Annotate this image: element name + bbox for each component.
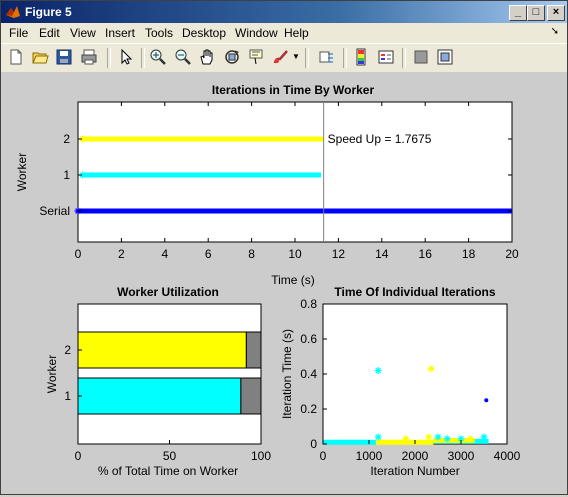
- link-plot-icon[interactable]: [318, 48, 336, 66]
- bar-worker-1-busy: [77, 377, 242, 415]
- x-tick-label: 1000: [356, 449, 383, 463]
- new-figure-icon[interactable]: [7, 48, 25, 66]
- y-tick-label: 0.8: [300, 297, 317, 311]
- dock-figure-icon[interactable]: ➘: [551, 26, 559, 37]
- hide-plot-tools-icon[interactable]: [412, 48, 430, 66]
- print-icon[interactable]: [80, 48, 98, 66]
- y-tick-label: 0: [310, 437, 317, 451]
- x-tick-label: 3000: [448, 449, 475, 463]
- x-tick-label: 12: [332, 247, 346, 261]
- x-tick-label: 8: [248, 247, 255, 261]
- open-file-icon[interactable]: [31, 48, 49, 66]
- menu-edit[interactable]: Edit: [39, 26, 60, 40]
- chart-title: Time Of Individual Iterations: [334, 285, 495, 299]
- x-tick-label: 0: [320, 449, 327, 463]
- zoom-in-icon[interactable]: [149, 48, 167, 66]
- legend-icon[interactable]: [377, 48, 395, 66]
- menu-insert[interactable]: Insert: [105, 26, 135, 40]
- window-title: Figure 5: [25, 5, 72, 19]
- plot-area: [77, 101, 513, 243]
- plot-area: [77, 303, 262, 445]
- y-axis-label: Worker: [15, 153, 29, 191]
- x-tick-label: 10: [288, 247, 302, 261]
- toolbar-separator: [402, 48, 406, 68]
- point-worker-1-glyph: [434, 433, 442, 441]
- x-axis-label: Iteration Number: [370, 464, 459, 478]
- axes-iterations-in-time[interactable]: Iterations in Time By Worker Speed Up = …: [15, 83, 519, 287]
- point-worker-1-glyph: [480, 433, 488, 441]
- pan-hand-icon[interactable]: [198, 48, 216, 66]
- y-tick-label: 1: [63, 168, 70, 182]
- point-serial: [484, 398, 489, 403]
- menu-window[interactable]: Window: [235, 26, 278, 40]
- axes-iteration-times[interactable]: Time Of Individual Iterations 0 1000 2000 3…: [280, 285, 521, 478]
- x-tick-label: 16: [419, 247, 433, 261]
- x-tick-label: 0: [75, 449, 82, 463]
- edit-plot-arrow-icon[interactable]: [117, 48, 135, 66]
- menu-view[interactable]: View: [70, 26, 96, 40]
- brush-icon[interactable]: [272, 48, 290, 66]
- y-tick-label: 2: [63, 132, 70, 146]
- matlab-logo-icon: [6, 6, 20, 18]
- x-axis-label: Time (s): [271, 273, 315, 287]
- x-tick-label: 4: [161, 247, 168, 261]
- bar-worker-2-busy: [77, 331, 247, 369]
- y-tick-label: Serial: [39, 204, 70, 218]
- data-cursor-icon[interactable]: [247, 48, 265, 66]
- x-axis-label: % of Total Time on Worker: [98, 464, 238, 478]
- plot-area: [322, 303, 508, 445]
- chart-title: Worker Utilization: [117, 285, 219, 299]
- x-tick-label: 14: [375, 247, 389, 261]
- figure-window: Figure 5 _ □ × File Edit View Insert Too…: [0, 0, 568, 495]
- chart-title: Iterations in Time By Worker: [212, 83, 375, 97]
- show-plot-tools-icon[interactable]: [436, 48, 454, 66]
- x-tick-label: 2: [118, 247, 125, 261]
- menu-desktop[interactable]: Desktop: [182, 26, 226, 40]
- toolbar-separator: [305, 48, 309, 68]
- point-worker-1: [480, 433, 488, 441]
- y-axis-label: Worker: [45, 355, 59, 393]
- bar-worker-1-idle: [240, 377, 262, 415]
- y-axis-label: Iteration Time (s): [280, 329, 294, 419]
- save-icon[interactable]: [55, 48, 73, 66]
- toolbar-separator: [343, 48, 347, 68]
- y-tick-label: 1: [64, 389, 71, 403]
- menu-tools[interactable]: Tools: [145, 26, 173, 40]
- figure-toolbar: ▼: [1, 43, 567, 73]
- x-tick-label: 0: [75, 247, 82, 261]
- menu-help[interactable]: Help: [284, 26, 309, 40]
- maximize-button[interactable]: □: [527, 5, 545, 21]
- colorbar-icon[interactable]: [352, 48, 370, 66]
- brush-dropdown-icon[interactable]: ▼: [292, 52, 300, 61]
- rotate-3d-icon[interactable]: [223, 48, 241, 66]
- y-tick-label: 0.6: [300, 332, 317, 346]
- x-tick-label: 20: [505, 247, 519, 261]
- x-tick-label: 4000: [494, 449, 521, 463]
- title-bar[interactable]: Figure 5 _ □ ×: [1, 1, 567, 23]
- point-worker-1: [434, 433, 442, 441]
- x-tick-label: 6: [205, 247, 212, 261]
- x-tick-label: 18: [462, 247, 476, 261]
- menu-bar: File Edit View Insert Tools Desktop Wind…: [1, 23, 567, 43]
- x-tick-label: 50: [163, 449, 177, 463]
- bar-worker-2-idle: [245, 331, 262, 369]
- zoom-out-icon[interactable]: [174, 48, 192, 66]
- toolbar-separator: [107, 48, 111, 68]
- y-tick-label: 0.4: [300, 367, 317, 381]
- axes-worker-utilization[interactable]: Worker Utilization 0 50 100 1 2 % of Total …: [45, 285, 271, 478]
- y-tick-label: 0.2: [300, 402, 317, 416]
- y-tick-label: 2: [64, 343, 71, 357]
- toolbar-separator: [141, 48, 145, 68]
- minimize-button[interactable]: _: [509, 5, 527, 21]
- speed-up-annotation: Speed Up = 1.7675: [328, 132, 432, 146]
- x-tick-label: 100: [251, 449, 271, 463]
- figure-canvas: Iterations in Time By Worker Speed Up = …: [1, 72, 567, 494]
- x-tick-label: 2000: [402, 449, 429, 463]
- close-button[interactable]: ×: [547, 5, 565, 21]
- menu-file[interactable]: File: [9, 26, 28, 40]
